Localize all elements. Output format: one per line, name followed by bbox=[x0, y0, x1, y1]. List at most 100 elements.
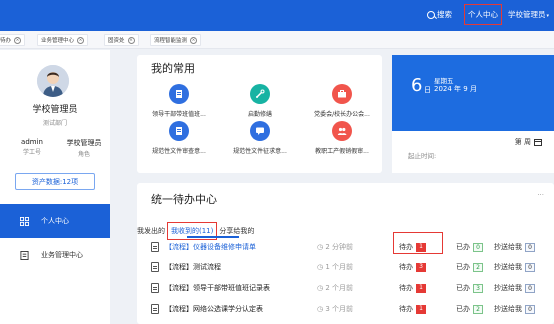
grid-icon bbox=[20, 216, 29, 226]
document-icon bbox=[169, 84, 189, 104]
document-icon bbox=[151, 242, 159, 252]
favorite-app-label: 规范性文件征求意... bbox=[233, 148, 287, 155]
tab-business-center[interactable]: 业务管理中心 × bbox=[37, 34, 89, 46]
profile-name: 学校管理员 bbox=[32, 105, 78, 115]
favorite-app-label: 领导干部带班值班... bbox=[152, 111, 206, 118]
cc-count[interactable]: 抄送给我 0 bbox=[494, 262, 535, 272]
done-badge: 3 bbox=[473, 283, 483, 293]
done-label: 已办 bbox=[456, 284, 470, 292]
todo-title-link[interactable]: 【流程】网络公选课学分认定表 bbox=[165, 304, 263, 314]
date-day-suffix: 日 bbox=[424, 86, 431, 94]
cc-label: 抄送给我 bbox=[494, 305, 522, 313]
chevron-down-icon: ▾ bbox=[546, 13, 550, 19]
briefcase-icon bbox=[332, 84, 352, 104]
cc-label: 抄送给我 bbox=[494, 284, 522, 292]
sidebar-item-label: 个人中心 bbox=[41, 217, 69, 225]
favorite-app[interactable]: 领导干部带班值班... bbox=[146, 84, 212, 118]
document-icon bbox=[151, 304, 159, 314]
pending-count[interactable]: 待办 3 bbox=[399, 262, 426, 272]
tab-shared[interactable]: 分享给我的 bbox=[219, 226, 254, 236]
sidebar-item-label: 业务管理中心 bbox=[41, 251, 83, 259]
monitor-icon bbox=[20, 250, 29, 260]
page-tabs: 待办 × 业务管理中心 × 固资处 × 流程智能监测 × bbox=[0, 31, 554, 49]
user-menu[interactable]: 学校管理员▾ bbox=[508, 9, 549, 20]
cc-badge: 0 bbox=[525, 304, 535, 314]
favorite-app-label: 教职工产假销假审... bbox=[315, 148, 369, 155]
tab-process-monitor[interactable]: 流程智能监测 × bbox=[150, 34, 202, 46]
pending-count[interactable]: 待办 1 bbox=[399, 283, 426, 293]
done-badge: 2 bbox=[473, 304, 483, 314]
close-icon[interactable]: × bbox=[77, 36, 85, 44]
avatar bbox=[37, 65, 69, 97]
favorite-app-label: 启勤修缮 bbox=[247, 111, 272, 118]
sidebar-item-business-center[interactable]: 业务管理中心 bbox=[0, 238, 110, 272]
done-count[interactable]: 已办 3 bbox=[456, 283, 483, 293]
favorites-card: 我的常用 领导干部带班值班... 启勤修缮 党委会/校长办公会... 规范性文件… bbox=[137, 55, 382, 173]
search-button[interactable]: 搜索 bbox=[427, 9, 452, 20]
favorite-app[interactable]: 启勤修缮 bbox=[227, 84, 293, 118]
todo-title-link[interactable]: 【流程】领导干部带班值班记录表 bbox=[165, 283, 270, 293]
profile-role-stat: 学校管理员 角色 bbox=[60, 138, 108, 158]
cc-label: 抄送给我 bbox=[494, 243, 522, 251]
chat-icon bbox=[250, 121, 270, 141]
close-icon[interactable]: × bbox=[190, 36, 198, 44]
favorite-app[interactable]: 规范性文件审查意... bbox=[146, 121, 212, 155]
todo-time: ◷ 3 个月前 bbox=[317, 305, 354, 313]
tab-todo[interactable]: 待办 × bbox=[0, 34, 26, 46]
tab-label: 流程智能监测 bbox=[154, 38, 188, 44]
document-icon bbox=[169, 121, 189, 141]
search-icon bbox=[427, 10, 435, 19]
favorite-app-label: 规范性文件审查意... bbox=[152, 148, 206, 155]
done-label: 已办 bbox=[456, 305, 470, 313]
favorite-app[interactable]: 规范性文件征求意... bbox=[227, 121, 293, 155]
todo-row[interactable]: 【流程】测试流程 ◷ 1 个月前 待办 3 已办 2 抄送给我 0 bbox=[137, 258, 554, 277]
favorite-app[interactable]: 党委会/校长办公会... bbox=[309, 84, 375, 118]
done-count[interactable]: 已办 0 bbox=[456, 242, 483, 252]
done-label: 已办 bbox=[456, 243, 470, 251]
todo-title-link[interactable]: 【流程】测试流程 bbox=[165, 262, 221, 272]
pending-badge: 1 bbox=[416, 283, 426, 293]
todo-time: ◷ 1 个月前 bbox=[317, 263, 354, 271]
todo-time-value: 2 分钟前 bbox=[325, 243, 354, 251]
pending-label: 待办 bbox=[399, 305, 413, 313]
search-label: 搜索 bbox=[437, 10, 452, 19]
pending-count[interactable]: 待办 1 bbox=[399, 304, 426, 314]
todo-time-value: 2 个月前 bbox=[325, 284, 354, 292]
sidebar-item-personal-center[interactable]: 个人中心 bbox=[0, 204, 110, 238]
top-header: 搜索 个人中心 学校管理员▾ bbox=[0, 0, 554, 31]
done-count[interactable]: 已办 2 bbox=[456, 304, 483, 314]
done-count[interactable]: 已办 2 bbox=[456, 262, 483, 272]
people-icon bbox=[332, 121, 352, 141]
done-badge: 2 bbox=[473, 262, 483, 272]
tab-sent[interactable]: 我发出的 bbox=[137, 226, 165, 236]
close-icon[interactable]: × bbox=[14, 36, 22, 44]
todo-row[interactable]: 【流程】仪器设备维修申请单 ◷ 2 分钟前 待办 1 已办 0 抄送给我 0 bbox=[137, 238, 554, 257]
personal-center-button[interactable]: 个人中心 bbox=[464, 4, 502, 25]
cc-count[interactable]: 抄送给我 0 bbox=[494, 242, 535, 252]
close-icon[interactable]: × bbox=[127, 36, 135, 44]
tab-asset-office[interactable]: 固资处 × bbox=[104, 34, 139, 46]
more-icon[interactable]: ··· bbox=[537, 191, 544, 199]
todo-row[interactable]: 【流程】领导干部带班值班记录表 ◷ 2 个月前 待办 1 已办 3 抄送给我 0 bbox=[137, 279, 554, 298]
date-day: 6 bbox=[411, 75, 423, 96]
cc-count[interactable]: 抄送给我 0 bbox=[494, 304, 535, 314]
todo-row[interactable]: 【流程】网络公选课学分认定表 ◷ 3 个月前 待办 1 已办 2 抄送给我 0 bbox=[137, 300, 554, 319]
document-icon bbox=[151, 283, 159, 293]
cc-count[interactable]: 抄送给我 0 bbox=[494, 283, 535, 293]
pending-label: 待办 bbox=[399, 263, 413, 271]
calendar-icon[interactable] bbox=[534, 138, 542, 146]
todo-time: ◷ 2 个月前 bbox=[317, 284, 354, 292]
todo-title-link[interactable]: 【流程】仪器设备维修申请单 bbox=[165, 242, 256, 252]
cc-label: 抄送给我 bbox=[494, 263, 522, 271]
date-range-label: 起止时间: bbox=[408, 152, 437, 160]
cc-badge: 0 bbox=[525, 242, 535, 252]
document-icon bbox=[151, 262, 159, 272]
user-menu-label: 学校管理员 bbox=[508, 10, 546, 19]
stat-label: 学工号 bbox=[22, 149, 41, 156]
favorite-app[interactable]: 教职工产假销假审... bbox=[309, 121, 375, 155]
todo-time-value: 3 个月前 bbox=[325, 305, 354, 313]
week-card: 第 周 起止时间: bbox=[392, 131, 554, 173]
assets-button[interactable]: 资产数据:12项 bbox=[15, 173, 95, 190]
pending-badge: 1 bbox=[416, 304, 426, 314]
favorite-app-label: 党委会/校长办公会... bbox=[314, 111, 370, 118]
